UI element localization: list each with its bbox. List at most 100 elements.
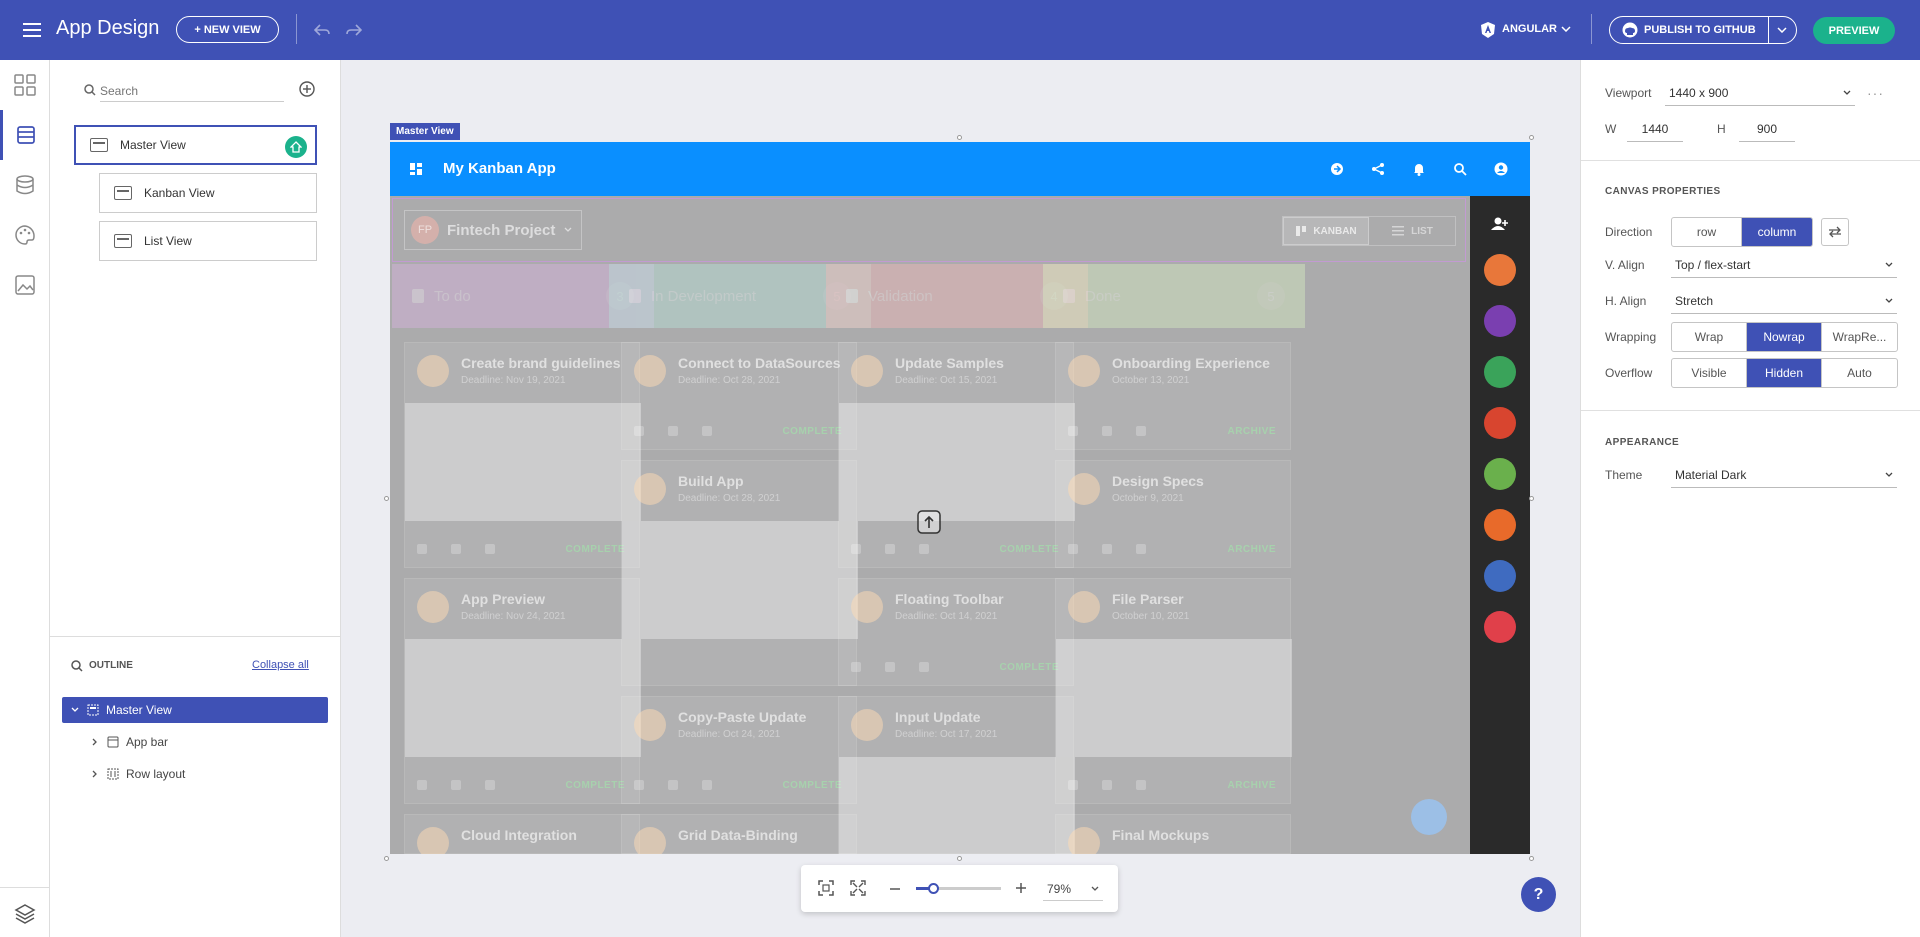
drag-icon[interactable] [917,510,943,538]
share-icon[interactable] [702,426,712,436]
kanban-card[interactable]: Final Mockups [1055,814,1291,854]
attachment-icon[interactable] [417,544,427,554]
attachment-icon[interactable] [634,780,644,790]
new-view-button[interactable]: + NEW VIEW [176,16,279,43]
redo-icon[interactable] [344,20,364,40]
zoom-out-icon[interactable] [889,883,901,895]
fullscreen-icon[interactable] [850,880,866,896]
account-icon[interactable] [1494,162,1508,176]
swap-icon[interactable] [1821,218,1849,246]
nowrap-button[interactable]: Nowrap [1747,323,1822,351]
share-icon[interactable] [1136,544,1146,554]
viewport-select[interactable]: 1440 x 900 [1665,80,1855,106]
more-icon[interactable]: ··· [1867,85,1884,101]
kanban-card[interactable]: Cloud Integration [404,814,640,854]
overflow-visible-button[interactable]: Visible [1672,359,1747,387]
kanban-card[interactable]: Connect to DataSources Deadline: Oct 28, … [621,342,857,450]
zoom-slider[interactable] [916,883,1001,894]
archive-icon[interactable] [451,544,461,554]
list-toggle[interactable]: LIST [1369,217,1455,245]
kanban-card[interactable]: Copy-Paste Update Deadline: Oct 24, 2021 C… [621,696,857,804]
attachment-icon[interactable] [851,544,861,554]
attachment-icon[interactable] [634,426,644,436]
components-icon[interactable] [0,60,50,110]
outline-item-appbar[interactable]: App bar [62,729,328,755]
share-icon[interactable] [919,662,929,672]
add-user-icon[interactable] [1490,216,1510,232]
kanban-card[interactable]: Floating Toolbar Deadline: Oct 14, 2021 CO… [838,578,1074,686]
app-bar[interactable]: My Kanban App [390,142,1530,196]
kanban-toggle[interactable]: KANBAN [1283,217,1369,245]
artboard[interactable]: My Kanban App FP Fintech Project KANBAN [390,142,1530,854]
user-avatar[interactable] [1484,305,1516,337]
resize-handle[interactable] [384,496,389,501]
project-select[interactable]: FP Fintech Project [404,210,582,250]
height-input[interactable]: 900 [1739,116,1795,142]
framework-select[interactable]: ANGULAR [1502,23,1557,35]
dashboard-icon[interactable] [410,163,422,175]
search-icon[interactable] [1453,162,1467,176]
archive-icon[interactable] [885,662,895,672]
archive-icon[interactable] [1102,544,1112,554]
wrap-button[interactable]: Wrap [1672,323,1747,351]
attachment-icon[interactable] [1068,780,1078,790]
kanban-card[interactable]: Grid Data-Binding [621,814,857,854]
layers-icon[interactable] [0,887,50,937]
chevron-right-icon[interactable] [90,738,100,746]
user-avatar[interactable] [1484,611,1516,643]
resize-handle[interactable] [957,856,962,861]
kanban-card[interactable]: Design Specs October 9, 2021 ARCHIVE [1055,460,1291,568]
user-avatar[interactable] [1484,407,1516,439]
archive-icon[interactable] [885,544,895,554]
assets-icon[interactable] [0,260,50,310]
resize-handle[interactable] [1529,496,1534,501]
user-avatar[interactable] [1484,509,1516,541]
view-item-kanban[interactable]: Kanban View [99,173,317,213]
resize-handle[interactable] [1529,856,1534,861]
chevron-right-icon[interactable] [90,770,100,778]
attachment-icon[interactable] [1068,544,1078,554]
user-avatar[interactable] [1484,254,1516,286]
menu-icon[interactable] [22,20,42,40]
publish-button[interactable]: PUBLISH TO GITHUB [1644,24,1768,36]
kanban-card[interactable]: Onboarding Experience October 13, 2021 ARC… [1055,342,1291,450]
help-button[interactable]: ? [1521,877,1556,912]
direction-row-button[interactable]: row [1672,218,1742,246]
overflow-hidden-button[interactable]: Hidden [1747,359,1822,387]
zoom-select[interactable]: 79% [1043,877,1103,901]
data-icon[interactable] [0,160,50,210]
view-item-master[interactable]: Master View [74,125,317,165]
chevron-down-icon[interactable] [70,707,80,713]
share-icon[interactable] [919,544,929,554]
preview-button[interactable]: PREVIEW [1813,17,1895,44]
arrow-right-circle-icon[interactable] [1330,162,1344,176]
kanban-card[interactable]: File Parser October 10, 2021 ARCHIVE [1055,578,1292,804]
direction-column-button[interactable]: column [1742,218,1812,246]
home-icon[interactable] [285,136,307,158]
kanban-card[interactable]: App Preview Deadline: Nov 24, 2021 COMPLET… [404,578,641,804]
halign-select[interactable]: Stretch [1671,288,1897,314]
zoom-in-icon[interactable] [1015,882,1027,894]
outline-item-rowlayout[interactable]: Row layout [62,761,328,787]
chevron-down-icon[interactable] [563,227,573,233]
overflow-auto-button[interactable]: Auto [1822,359,1897,387]
user-avatar[interactable] [1484,560,1516,592]
archive-icon[interactable] [1102,780,1112,790]
width-input[interactable]: 1440 [1627,116,1683,142]
kanban-card[interactable]: Build App Deadline: Oct 28, 2021 [621,460,858,686]
wrap-reverse-button[interactable]: WrapRe... [1822,323,1897,351]
resize-handle[interactable] [957,135,962,140]
fab-button[interactable] [1411,799,1447,835]
archive-icon[interactable] [668,780,678,790]
palette-icon[interactable] [0,210,50,260]
valign-select[interactable]: Top / flex-start [1671,252,1897,278]
chevron-down-icon[interactable] [1561,24,1571,34]
view-item-list[interactable]: List View [99,221,317,261]
share-icon[interactable] [485,544,495,554]
share-icon[interactable] [1136,780,1146,790]
user-avatar[interactable] [1484,356,1516,388]
archive-icon[interactable] [451,780,461,790]
kanban-card[interactable]: Create brand guidelines Deadline: Nov 19,… [404,342,641,568]
search-input[interactable] [100,80,284,102]
collapse-all-link[interactable]: Collapse all [252,659,309,671]
